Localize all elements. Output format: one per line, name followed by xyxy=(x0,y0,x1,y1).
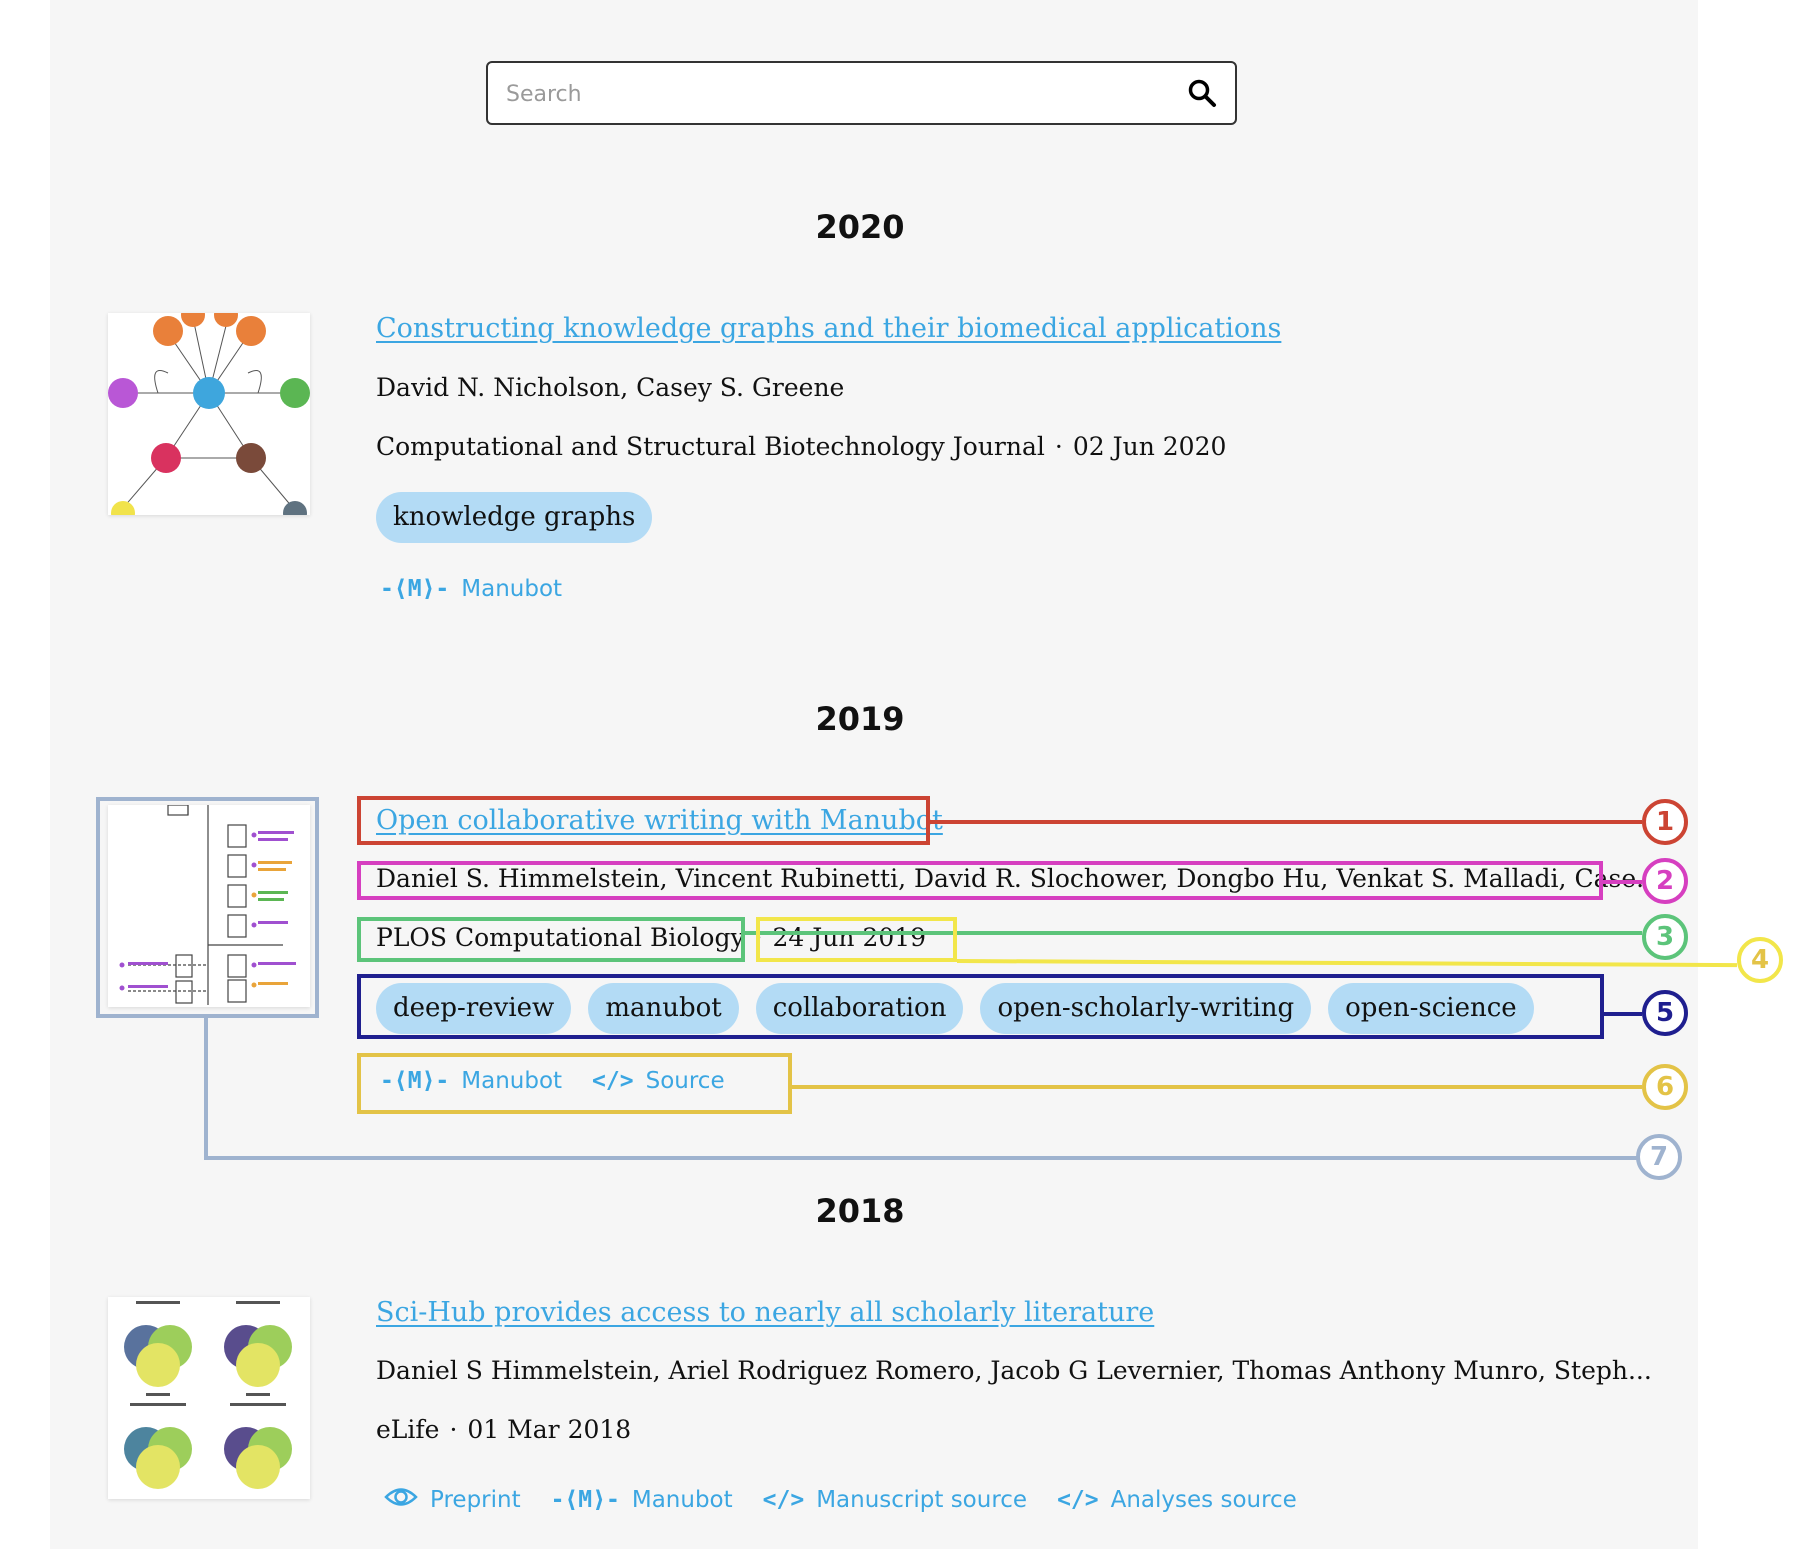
annotation-box-thumbnail xyxy=(96,797,319,1018)
paper-authors: David N. Nicholson, Casey S. Greene xyxy=(376,373,845,402)
manubot-icon: -⟨M⟩- xyxy=(550,1487,620,1513)
tag-knowledge-graphs[interactable]: knowledge graphs xyxy=(376,492,653,543)
separator-dot: · xyxy=(1054,432,1063,461)
paper-authors: Daniel S Himmelstein, Ariel Rodriguez Ro… xyxy=(376,1356,1652,1385)
annotation-box-tags xyxy=(357,974,1604,1039)
analyses-source-link[interactable]: </> Analyses source xyxy=(1057,1487,1297,1513)
code-icon: </> xyxy=(1057,1487,1099,1513)
paper-title-link[interactable]: Constructing knowledge graphs and their … xyxy=(376,313,1281,344)
annotation-box-date xyxy=(756,917,957,962)
knowledge-graph-figure xyxy=(108,303,310,525)
paper-thumbnail[interactable] xyxy=(108,303,310,525)
annotation-marker-3: 3 xyxy=(1642,914,1688,960)
annotation-marker-5: 5 xyxy=(1642,990,1688,1036)
annotation-connector-7 xyxy=(204,1018,208,1160)
tag-list: knowledge graphs xyxy=(376,492,653,543)
annotation-marker-7: 7 xyxy=(1636,1134,1682,1180)
manubot-icon: -⟨M⟩- xyxy=(380,576,450,602)
search-input[interactable] xyxy=(504,73,1168,115)
separator-dot: · xyxy=(449,1415,458,1444)
manuscript-source-link[interactable]: </> Manuscript source xyxy=(763,1487,1027,1513)
paper-date: 02 Jun 2020 xyxy=(1072,432,1227,461)
manubot-link[interactable]: -⟨M⟩- Manubot xyxy=(551,1487,733,1513)
search-box[interactable] xyxy=(486,61,1237,125)
annotation-connector-2 xyxy=(1603,880,1642,884)
annotation-connector-5 xyxy=(1604,1012,1642,1016)
code-icon: </> xyxy=(762,1487,805,1513)
annotation-box-links xyxy=(357,1053,792,1114)
annotation-marker-6: 6 xyxy=(1642,1064,1688,1110)
annotation-box-journal xyxy=(357,917,745,962)
annotation-connector-7 xyxy=(204,1156,1640,1160)
annotation-marker-4: 4 xyxy=(1737,937,1783,983)
venn-diagram-figure xyxy=(124,1301,292,1489)
annotation-marker-1: 1 xyxy=(1642,799,1688,845)
annotation-connector-6 xyxy=(792,1085,1642,1089)
annotation-marker-2: 2 xyxy=(1642,858,1688,904)
paper-thumbnail[interactable] xyxy=(108,1297,310,1499)
manubot-link[interactable]: -⟨M⟩- Manubot xyxy=(380,576,562,602)
paper-links: Preprint -⟨M⟩- Manubot </> Manuscript so… xyxy=(384,1484,1297,1516)
paper-venue: eLife · 01 Mar 2018 xyxy=(376,1415,631,1444)
year-heading-2019: 2019 xyxy=(815,700,905,738)
paper-journal: Computational and Structural Biotechnolo… xyxy=(376,432,1045,461)
year-heading-2018: 2018 xyxy=(815,1192,905,1230)
paper-journal: eLife xyxy=(376,1415,440,1444)
search-icon[interactable] xyxy=(1187,78,1217,112)
annotation-box-authors xyxy=(357,861,1603,900)
annotation-box-title xyxy=(357,796,930,845)
paper-date: 01 Mar 2018 xyxy=(467,1415,632,1444)
paper-venue: Computational and Structural Biotechnolo… xyxy=(376,432,1226,461)
eye-icon xyxy=(384,1484,418,1516)
paper-title-link[interactable]: Sci-Hub provides access to nearly all sc… xyxy=(376,1297,1154,1328)
preprint-link[interactable]: Preprint xyxy=(384,1484,521,1516)
annotation-connector-1 xyxy=(930,820,1642,824)
year-heading-2020: 2020 xyxy=(815,208,905,246)
paper-links: -⟨M⟩- Manubot xyxy=(380,576,562,602)
